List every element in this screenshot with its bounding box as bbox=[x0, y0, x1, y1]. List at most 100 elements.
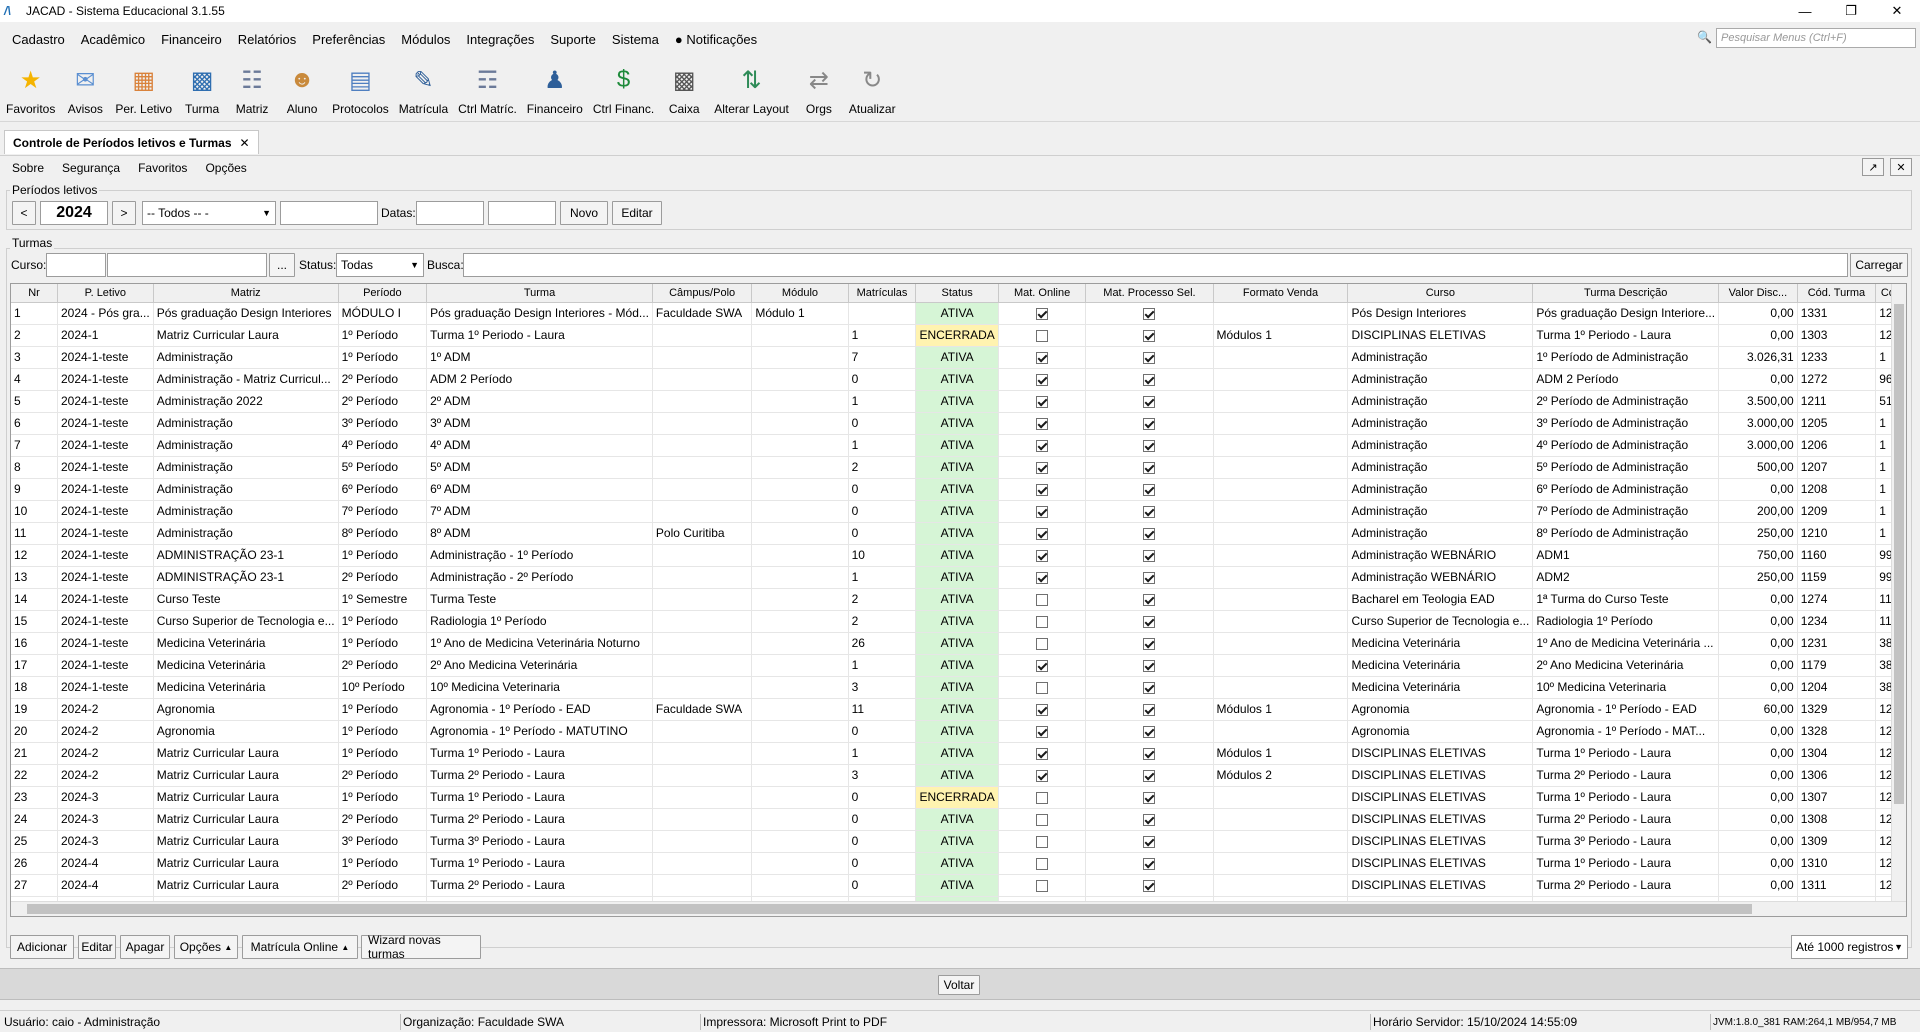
checkbox[interactable] bbox=[1143, 439, 1156, 452]
checkbox[interactable] bbox=[1143, 351, 1156, 364]
table-row[interactable]: 18 2024-1-teste Medicina Veterinária 10º Pe… bbox=[11, 676, 1906, 699]
checkbox[interactable] bbox=[1143, 615, 1156, 628]
status-select[interactable]: Todas ▼ bbox=[336, 253, 424, 277]
menu-academico[interactable]: Acadêmico bbox=[81, 32, 145, 47]
checkbox[interactable] bbox=[1036, 329, 1049, 342]
table-row[interactable]: 27 2024-4 Matriz Curricular Laura 2º Períod… bbox=[11, 874, 1906, 897]
table-row[interactable]: 5 2024-1-teste Administração 2022 2º Períod… bbox=[11, 390, 1906, 413]
editar-button[interactable]: Editar bbox=[78, 935, 116, 959]
checkbox[interactable] bbox=[1143, 571, 1156, 584]
menu-suporte[interactable]: Suporte bbox=[550, 32, 596, 47]
toolbar-caixa-button[interactable]: ▩ Caixa bbox=[664, 56, 704, 117]
checkbox[interactable] bbox=[1036, 351, 1049, 364]
detach-icon[interactable]: ↗ bbox=[1862, 158, 1884, 176]
column-header[interactable]: P. Letivo bbox=[57, 284, 154, 303]
toolbar-avisos-button[interactable]: ✉ Avisos bbox=[65, 56, 105, 117]
curso-name-field[interactable] bbox=[107, 253, 267, 277]
table-row[interactable]: 15 2024-1-teste Curso Superior de Tecnolog… bbox=[11, 610, 1906, 633]
checkbox[interactable] bbox=[1036, 725, 1049, 738]
column-header[interactable]: Formato Venda bbox=[1213, 284, 1349, 303]
column-header[interactable]: Curso bbox=[1347, 284, 1534, 303]
tab-controle-periodos[interactable]: Controle de Períodos letivos e Turmas ✕ bbox=[4, 130, 259, 154]
checkbox[interactable] bbox=[1036, 483, 1049, 496]
submenu-sobre[interactable]: Sobre bbox=[12, 161, 44, 175]
toolbar-financeiro-button[interactable]: ♟ Financeiro bbox=[527, 56, 583, 117]
checkbox[interactable] bbox=[1143, 857, 1156, 870]
periodo-text-field[interactable] bbox=[280, 201, 378, 225]
close-panel-icon[interactable]: ✕ bbox=[1890, 158, 1912, 176]
table-row[interactable]: 21 2024-2 Matriz Curricular Laura 1º Períod… bbox=[11, 742, 1906, 765]
menu-search-input[interactable]: Pesquisar Menus (Ctrl+F) bbox=[1716, 28, 1916, 48]
column-header[interactable]: Período bbox=[338, 284, 428, 303]
column-header[interactable]: Matrículas bbox=[848, 284, 917, 303]
checkbox[interactable] bbox=[1143, 879, 1156, 892]
checkbox[interactable] bbox=[1143, 373, 1156, 386]
toolbar-turma-button[interactable]: ▩ Turma bbox=[182, 56, 222, 117]
next-year-button[interactable]: > bbox=[112, 201, 136, 225]
table-row[interactable]: 16 2024-1-teste Medicina Veterinária 1º Per… bbox=[11, 632, 1906, 655]
toolbar-matriz-button[interactable]: ☷ Matriz bbox=[232, 56, 272, 117]
table-row[interactable]: 19 2024-2 Agronomia 1º Período Agronomia - 1… bbox=[11, 698, 1906, 721]
column-header[interactable]: Matriz bbox=[153, 284, 339, 303]
apagar-button[interactable]: Apagar bbox=[120, 935, 170, 959]
checkbox[interactable] bbox=[1036, 593, 1049, 606]
checkbox[interactable] bbox=[1143, 681, 1156, 694]
matricula-online-button[interactable]: Matrícula Online ▲ bbox=[242, 935, 358, 959]
table-row[interactable]: 17 2024-1-teste Medicina Veterinária 2º Per… bbox=[11, 654, 1906, 677]
checkbox[interactable] bbox=[1143, 769, 1156, 782]
toolbar-ctrl-financ-button[interactable]: $ Ctrl Financ. bbox=[593, 56, 654, 116]
busca-input[interactable] bbox=[463, 253, 1848, 277]
horizontal-scrollbar[interactable] bbox=[11, 901, 1906, 916]
column-header[interactable]: Nr bbox=[11, 284, 58, 303]
column-header[interactable]: Cód. Turma bbox=[1797, 284, 1877, 303]
voltar-button[interactable]: Voltar bbox=[938, 975, 980, 995]
submenu-opcoes[interactable]: Opções bbox=[205, 161, 246, 175]
toolbar-ctrl-matric-button[interactable]: ☶ Ctrl Matríc. bbox=[458, 56, 517, 117]
year-field[interactable]: 2024 bbox=[40, 201, 108, 225]
checkbox[interactable] bbox=[1036, 857, 1049, 870]
table-row[interactable]: 7 2024-1-teste Administração 4º Período 4º A… bbox=[11, 434, 1906, 457]
table-row[interactable]: 13 2024-1-teste ADMINISTRAÇÃO 23-1 2º Perío… bbox=[11, 566, 1906, 589]
checkbox[interactable] bbox=[1143, 395, 1156, 408]
checkbox[interactable] bbox=[1036, 373, 1049, 386]
menu-modulos[interactable]: Módulos bbox=[401, 32, 450, 47]
table-row[interactable]: 9 2024-1-teste Administração 6º Período 6º A… bbox=[11, 478, 1906, 501]
checkbox[interactable] bbox=[1036, 417, 1049, 430]
wizard-novas-turmas-button[interactable]: Wizard novas turmas bbox=[361, 933, 481, 961]
table-row[interactable]: 6 2024-1-teste Administração 3º Período 3º A… bbox=[11, 412, 1906, 435]
menu-cadastro[interactable]: Cadastro bbox=[12, 32, 65, 47]
checkbox[interactable] bbox=[1143, 703, 1156, 716]
column-header[interactable]: Módulo bbox=[751, 284, 849, 303]
checkbox[interactable] bbox=[1036, 637, 1049, 650]
table-row[interactable]: 22 2024-2 Matriz Curricular Laura 2º Períod… bbox=[11, 764, 1906, 787]
checkbox[interactable] bbox=[1143, 637, 1156, 650]
checkbox[interactable] bbox=[1143, 505, 1156, 518]
menu-notificacoes[interactable]: ● Notificações bbox=[675, 32, 757, 47]
table-row[interactable]: 3 2024-1-teste Administração 1º Período 1º A… bbox=[11, 346, 1906, 369]
checkbox[interactable] bbox=[1036, 527, 1049, 540]
toolbar-orgs-button[interactable]: ⇄ Orgs bbox=[799, 56, 839, 117]
checkbox[interactable] bbox=[1143, 417, 1156, 430]
table-row[interactable]: 11 2024-1-teste Administração 8º Período 8º … bbox=[11, 522, 1906, 545]
column-header[interactable]: Mat. Processo Sel. bbox=[1085, 284, 1214, 303]
menu-integracoes[interactable]: Integrações bbox=[466, 32, 534, 47]
checkbox[interactable] bbox=[1036, 461, 1049, 474]
data-fim-field[interactable] bbox=[488, 201, 556, 225]
checkbox[interactable] bbox=[1143, 813, 1156, 826]
menu-financeiro[interactable]: Financeiro bbox=[161, 32, 222, 47]
table-row[interactable]: 23 2024-3 Matriz Curricular Laura 1º Períod… bbox=[11, 786, 1906, 809]
adicionar-button[interactable]: Adicionar bbox=[10, 935, 74, 959]
table-row[interactable]: 26 2024-4 Matriz Curricular Laura 1º Períod… bbox=[11, 852, 1906, 875]
checkbox[interactable] bbox=[1036, 659, 1049, 672]
checkbox[interactable] bbox=[1036, 395, 1049, 408]
table-row[interactable]: 4 2024-1-teste Administração - Matriz Curr… bbox=[11, 368, 1906, 391]
toolbar-atualizar-button[interactable]: ↻ Atualizar bbox=[849, 56, 896, 117]
restore-icon[interactable]: ❐ bbox=[1828, 0, 1874, 22]
column-header[interactable]: Turma bbox=[426, 284, 653, 303]
horizontal-scroll-thumb[interactable] bbox=[27, 904, 1752, 914]
table-row[interactable]: 25 2024-3 Matriz Curricular Laura 3º Períod… bbox=[11, 830, 1906, 853]
vertical-scroll-thumb[interactable] bbox=[1894, 304, 1904, 804]
vertical-scrollbar[interactable] bbox=[1891, 284, 1906, 916]
menu-preferencias[interactable]: Preferências bbox=[312, 32, 385, 47]
table-row[interactable]: 20 2024-2 Agronomia 1º Período Agronomia - 1… bbox=[11, 720, 1906, 743]
